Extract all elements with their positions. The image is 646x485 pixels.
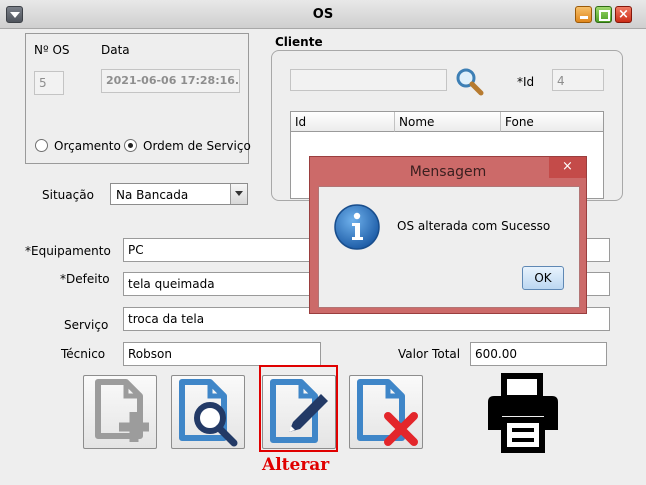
- os-number-field: 5: [34, 71, 64, 95]
- maximize-button[interactable]: [595, 6, 612, 23]
- os-number-label: Nº OS: [34, 43, 70, 57]
- message-dialog: Mensagem × OS alterada com Sucesso OK: [309, 156, 587, 314]
- situacao-selected-value: Na Bancada: [116, 188, 189, 202]
- close-button[interactable]: ×: [615, 6, 632, 23]
- dialog-body: OS alterada com Sucesso OK: [318, 186, 580, 308]
- defeito-label: *Defeito: [60, 272, 110, 286]
- print-os-button[interactable]: [482, 372, 564, 454]
- os-window: OS × Nº OS Data 5 2021-06-06 17:28:16.0 …: [0, 0, 646, 485]
- delete-os-button[interactable]: [349, 375, 423, 449]
- os-date-label: Data: [101, 43, 130, 57]
- tecnico-field[interactable]: Robson: [123, 342, 321, 366]
- column-header-nome[interactable]: Nome: [395, 112, 501, 132]
- os-date-field: 2021-06-06 17:28:16.0: [101, 69, 240, 93]
- printer-icon: [488, 373, 558, 453]
- radio-orcamento-label: Orçamento: [54, 139, 121, 153]
- cliente-panel-title: Cliente: [275, 35, 323, 49]
- chevron-down-icon[interactable]: [230, 184, 247, 204]
- add-document-icon: [95, 379, 149, 442]
- cliente-id-label: *Id: [517, 75, 535, 89]
- cliente-search-input[interactable]: [290, 69, 447, 91]
- servico-label: Serviço: [64, 318, 109, 332]
- radio-ordem-servico-label: Ordem de Serviço: [143, 139, 251, 153]
- title-bar: OS ×: [0, 0, 646, 29]
- tecnico-label: Técnico: [61, 347, 106, 361]
- search-document-icon: [179, 379, 238, 447]
- info-icon: [333, 203, 381, 251]
- search-os-button[interactable]: [171, 375, 245, 449]
- window-title: OS: [312, 7, 334, 22]
- edit-button-caption: Alterar: [262, 455, 330, 475]
- situacao-label: Situação: [42, 188, 94, 202]
- edit-button-highlight: [259, 365, 338, 452]
- valor-total-field[interactable]: 600.00: [470, 342, 607, 366]
- equipamento-label: *Equipamento: [25, 244, 111, 258]
- dialog-title: Mensagem: [409, 164, 487, 180]
- column-header-fone[interactable]: Fone: [501, 112, 603, 132]
- dialog-close-button[interactable]: ×: [549, 157, 586, 178]
- column-header-id[interactable]: Id: [291, 112, 395, 132]
- valor-total-label: Valor Total: [398, 347, 461, 361]
- cliente-id-field: 4: [552, 69, 604, 91]
- minimize-button[interactable]: [575, 6, 592, 23]
- radio-orcamento[interactable]: [35, 139, 48, 152]
- search-icon[interactable]: [454, 66, 484, 96]
- dialog-message: OS alterada com Sucesso: [397, 219, 551, 233]
- add-os-button[interactable]: [83, 375, 157, 449]
- situacao-select[interactable]: Na Bancada: [110, 183, 248, 205]
- ok-button[interactable]: OK: [522, 266, 564, 290]
- delete-document-icon: [357, 379, 418, 446]
- radio-ordem-servico[interactable]: [124, 139, 137, 152]
